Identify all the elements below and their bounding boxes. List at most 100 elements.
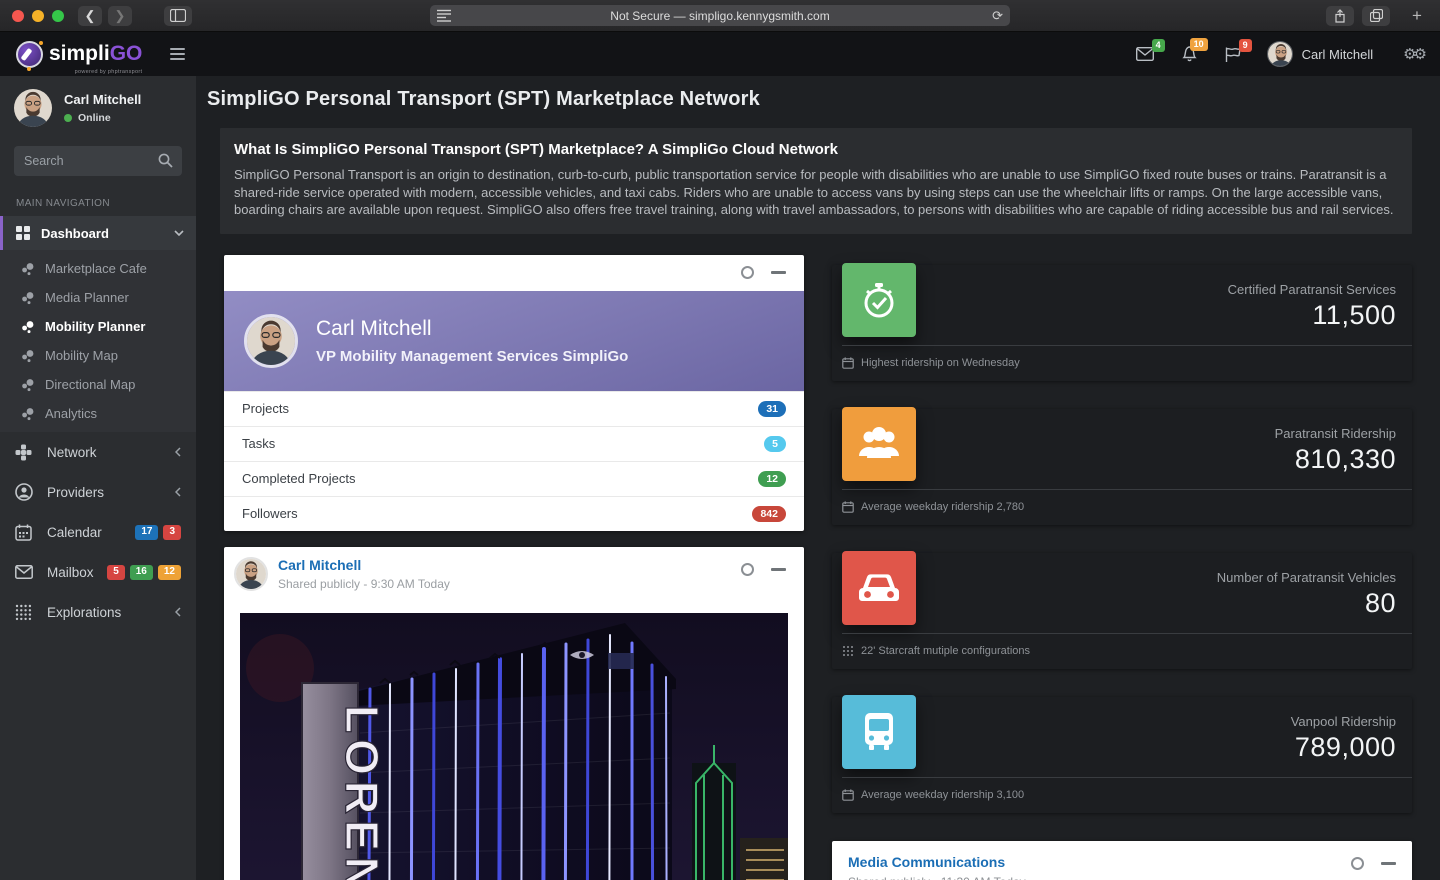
online-status-label: Online — [78, 112, 111, 124]
minimize-window-button[interactable] — [32, 10, 44, 22]
close-window-button[interactable] — [12, 10, 24, 22]
profile-stat-row[interactable]: Projects 31 — [224, 391, 804, 426]
sidebar-item-marketplace-cafe[interactable]: Marketplace Cafe — [0, 254, 196, 283]
intro-body: SimpliGO Personal Transport is an origin… — [234, 166, 1398, 219]
reload-icon[interactable]: ⟳ — [992, 8, 1003, 24]
dots-grid-icon — [15, 604, 35, 621]
calendar-badge: 17 — [135, 525, 158, 540]
card-collapse-icon[interactable] — [771, 568, 786, 571]
brand-logo-icon — [16, 41, 43, 68]
stat-label: Certified Paratransit Services — [848, 282, 1396, 297]
calendar-icon — [842, 501, 854, 513]
sidebar-icon — [170, 9, 186, 22]
card-collapse-icon[interactable] — [1381, 862, 1396, 865]
app-navbar: simpliGO powered by phptransport 4 10 9 … — [0, 32, 1440, 76]
avatar — [1267, 41, 1293, 67]
dots-cluster-icon — [21, 320, 35, 334]
brand-logo[interactable]: simpliGO powered by phptransport — [16, 41, 142, 68]
sidebar-item-calendar[interactable]: Calendar 17 3 — [0, 512, 196, 552]
stat-value: 80 — [848, 588, 1396, 619]
intro-heading: What Is SimpliGO Personal Transport (SPT… — [234, 141, 1398, 158]
dots-grid-icon — [842, 645, 854, 657]
sidebar-item-explorations[interactable]: Explorations — [0, 592, 196, 632]
notifications-badge: 10 — [1190, 38, 1208, 51]
zoom-window-button[interactable] — [52, 10, 64, 22]
card-collapse-icon[interactable] — [771, 271, 786, 274]
share-icon — [1334, 9, 1346, 23]
sidebar-item-mobility-planner[interactable]: Mobility Planner — [0, 312, 196, 341]
brand-tagline: powered by phptransport — [75, 69, 143, 75]
brand-logo-text: simpliGO — [49, 44, 142, 64]
search-icon[interactable] — [158, 153, 173, 168]
reader-view-icon[interactable] — [437, 9, 451, 22]
sidebar-item-network[interactable]: Network — [0, 432, 196, 472]
back-button[interactable]: ❮ — [78, 6, 102, 26]
calendar-icon — [842, 357, 854, 369]
chevron-left-icon — [175, 607, 181, 617]
sidebar-item-mailbox[interactable]: Mailbox 5 16 12 — [0, 552, 196, 592]
stopwatch-check-icon — [842, 263, 916, 337]
browser-chrome: ❮ ❯ Not Secure — simpligo.kennygsmith.co… — [0, 0, 1440, 32]
menu-toggle-button[interactable] — [170, 48, 185, 60]
new-tab-button[interactable]: + — [1406, 6, 1428, 26]
user-menu[interactable]: Carl Mitchell — [1267, 41, 1374, 67]
sidebar-item-providers[interactable]: Providers — [0, 472, 196, 512]
stat-card-vanpool-ridership: Vanpool Ridership 789,000 Average weekda… — [832, 697, 1412, 813]
chevron-left-icon — [175, 487, 181, 497]
sidebar-item-dashboard[interactable]: Dashboard — [0, 216, 196, 250]
gear-icon: ⚙⚙ — [1403, 46, 1424, 63]
count-badge: 842 — [752, 506, 786, 522]
stat-footer: Highest ridership on Wednesday — [861, 357, 1020, 369]
tabs-overview-button[interactable] — [1362, 6, 1390, 26]
forward-button[interactable]: ❯ — [108, 6, 132, 26]
search-input[interactable] — [14, 146, 182, 176]
sidebar-item-media-planner[interactable]: Media Planner — [0, 283, 196, 312]
profile-stat-row[interactable]: Followers 842 — [224, 496, 804, 531]
envelope-icon — [1136, 47, 1154, 61]
bus-icon — [842, 695, 916, 769]
dots-cluster-icon — [21, 349, 35, 363]
intro-panel: What Is SimpliGO Personal Transport (SPT… — [220, 128, 1412, 234]
sidebar-item-mobility-map[interactable]: Mobility Map — [0, 341, 196, 370]
dots-cluster-icon — [21, 407, 35, 421]
post-author-link[interactable]: Carl Mitchell — [278, 557, 450, 573]
settings-button[interactable]: ⚙⚙ — [1403, 45, 1424, 63]
stat-footer: Average weekday ridership 3,100 — [861, 789, 1024, 801]
calendar-badge: 3 — [163, 525, 181, 540]
page-title: SimpliGO Personal Transport (SPT) Market… — [207, 88, 1412, 111]
mailbox-badge: 16 — [130, 565, 153, 580]
media-card-title-link[interactable]: Media Communications — [848, 854, 1396, 870]
address-bar[interactable]: Not Secure — simpligo.kennygsmith.com ⟳ — [430, 5, 1010, 26]
messages-button[interactable]: 4 — [1136, 47, 1154, 61]
card-refresh-icon[interactable] — [741, 266, 754, 279]
stat-label: Number of Paratransit Vehicles — [848, 570, 1396, 585]
dots-cluster-icon — [21, 378, 35, 392]
card-refresh-icon[interactable] — [1351, 857, 1364, 870]
media-card-meta: Shared publicly - 11:30 AM Today — [848, 875, 1396, 880]
stat-card-paratransit-vehicles: Number of Paratransit Vehicles 80 22' St… — [832, 553, 1412, 669]
stat-footer: 22' Starcraft mutiple configurations — [861, 645, 1030, 657]
share-button[interactable] — [1326, 6, 1354, 26]
network-icon — [15, 444, 35, 461]
sidebar-item-directional-map[interactable]: Directional Map — [0, 370, 196, 399]
flags-button[interactable]: 9 — [1225, 47, 1241, 62]
post-photo-lorenzo-hotel: LORENZO — [240, 613, 788, 880]
stat-value: 789,000 — [848, 732, 1396, 763]
user-name: Carl Mitchell — [1302, 47, 1374, 62]
sidebar-profile[interactable]: Carl Mitchell Online — [0, 76, 196, 138]
stat-value: 11,500 — [848, 300, 1396, 331]
navbar-right: 4 10 9 Carl Mitchell ⚙⚙ — [1108, 41, 1424, 67]
notifications-button[interactable]: 10 — [1182, 46, 1197, 62]
count-badge: 12 — [758, 471, 786, 487]
flags-badge: 9 — [1239, 39, 1252, 52]
profile-stat-row[interactable]: Tasks 5 — [224, 426, 804, 461]
chrome-right-controls: + — [1318, 6, 1428, 26]
avatar — [14, 89, 52, 127]
dots-cluster-icon — [21, 262, 35, 276]
profile-stat-row[interactable]: Completed Projects 12 — [224, 461, 804, 496]
sidebar-item-analytics[interactable]: Analytics — [0, 399, 196, 428]
card-refresh-icon[interactable] — [741, 563, 754, 576]
sidebar-search — [14, 146, 182, 176]
messages-badge: 4 — [1152, 39, 1165, 52]
sidebar-toggle-button[interactable] — [164, 6, 192, 26]
